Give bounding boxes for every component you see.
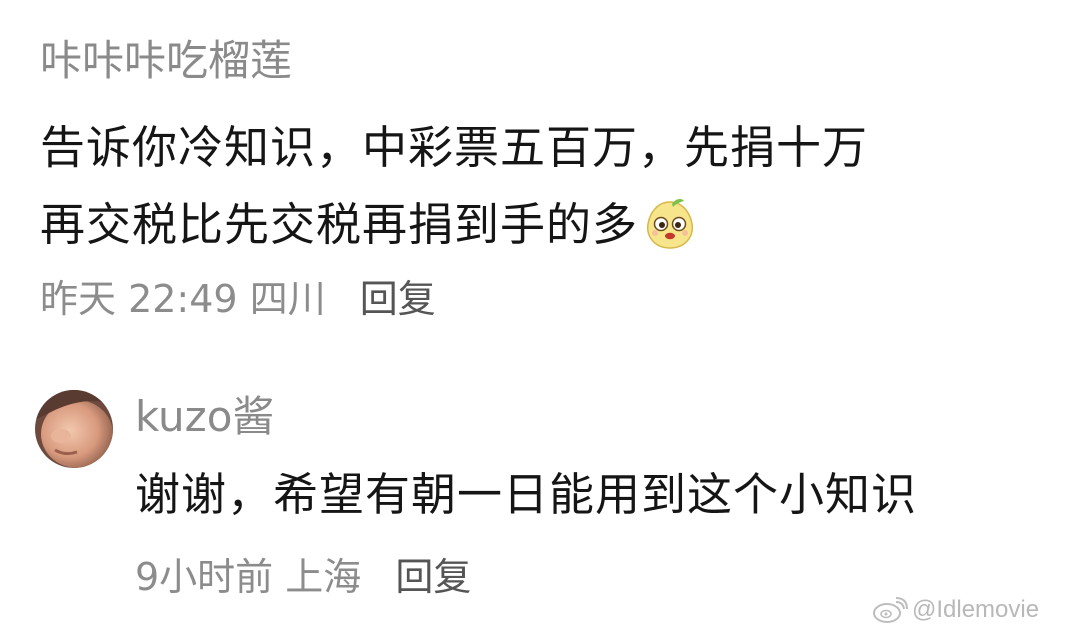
pear-face-emoji-icon <box>642 198 698 257</box>
comment2-location: 上海 <box>285 555 362 599</box>
watermark: @Idlemovie <box>872 596 1039 624</box>
avatar[interactable] <box>35 390 113 468</box>
comment1-reply-button[interactable]: 回复 <box>360 277 436 321</box>
comment2-username[interactable]: kuzo酱 <box>135 396 274 438</box>
comment2-time: 9小时前 <box>135 555 274 599</box>
comment2-text: 谢谢，希望有朝一日能用到这个小知识 <box>135 468 918 521</box>
comment1-meta: 昨天 22:49 四川 回复 <box>40 280 436 318</box>
weibo-logo-icon <box>872 596 908 624</box>
watermark-text: @Idlemovie <box>912 596 1040 623</box>
comment1-time: 昨天 22:49 <box>40 277 238 321</box>
comment2-reply-button[interactable]: 回复 <box>395 555 471 599</box>
comment2-meta: 9小时前 上海 回复 <box>135 558 471 596</box>
comment1-text-line1: 告诉你冷知识，中彩票五百万，先捐十万 <box>40 121 869 174</box>
comment1-location: 四川 <box>249 277 326 321</box>
comment1-text-line2: 再交税比先交税再捐到手的多 <box>40 198 639 251</box>
comment1-text-line2-wrap: 再交税比先交税再捐到手的多 <box>40 198 698 257</box>
comment1-username[interactable]: 咔咔咔吃榴莲 <box>40 40 292 82</box>
